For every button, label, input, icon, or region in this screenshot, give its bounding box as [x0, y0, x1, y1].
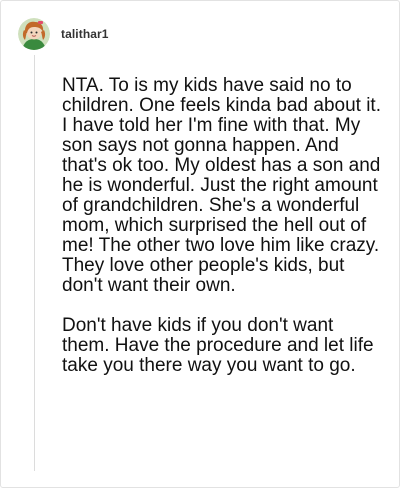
comment-body: NTA. To is my kids have said no to child… — [62, 76, 382, 376]
thread-line[interactable] — [34, 55, 35, 471]
comment-card: talithar1 NTA. To is my kids have said n… — [0, 0, 400, 488]
avatar[interactable] — [18, 18, 50, 50]
username[interactable]: talithar1 — [61, 27, 109, 41]
comment-paragraph: Don't have kids if you don't want them. … — [62, 315, 374, 376]
cartoon-character-avatar-icon — [18, 18, 50, 50]
comment-header: talithar1 — [18, 15, 109, 53]
comment-paragraph: NTA. To is my kids have said no to child… — [62, 75, 381, 296]
